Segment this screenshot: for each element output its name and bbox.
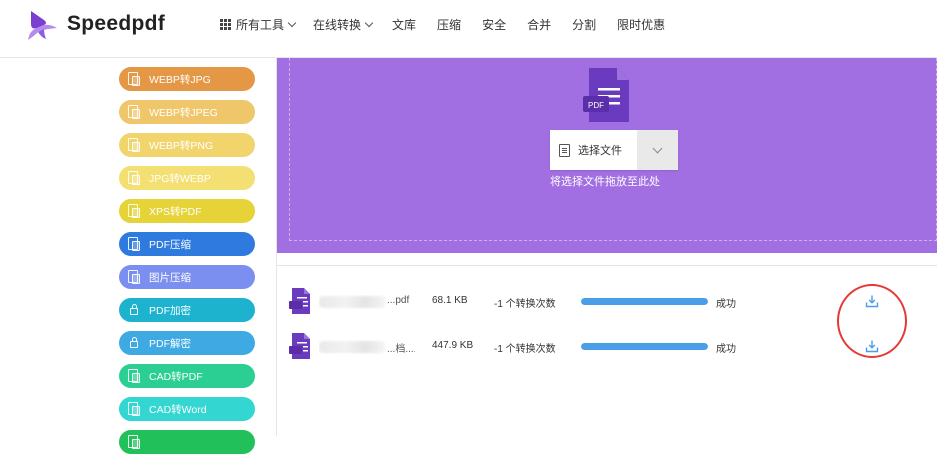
convert-file-icon	[127, 72, 141, 86]
sidebar-tool-item[interactable]: WEBP转JPG	[119, 67, 255, 91]
nav-online-convert[interactable]: 在线转换	[313, 16, 374, 33]
sidebar-tool-label: CAD转Word	[149, 403, 207, 416]
nav-library[interactable]: 文库	[392, 16, 416, 33]
sidebar-tool-label: JPG转WEBP	[149, 172, 211, 185]
conversion-count: -1 个转换次数	[494, 344, 556, 355]
convert-file-icon	[127, 270, 141, 284]
convert-file-icon	[127, 369, 141, 383]
convert-file-icon	[127, 402, 141, 416]
grid-icon	[220, 19, 231, 30]
file-size: 68.1 KB	[432, 295, 468, 306]
sidebar-tool-label: PDF压缩	[149, 238, 191, 251]
sidebar-tool-item[interactable]: 图片压缩	[119, 265, 255, 289]
sidebar-tool-label: PDF解密	[149, 337, 191, 350]
chevron-down-icon	[364, 18, 374, 27]
select-file-main[interactable]: 选择文件	[550, 130, 637, 170]
nav-all-tools[interactable]: 所有工具	[220, 16, 297, 33]
status-text: 成功	[716, 299, 736, 310]
sidebar-tool-label: PDF加密	[149, 304, 191, 317]
progress-bar	[581, 343, 708, 350]
lock-icon	[127, 336, 141, 350]
sidebar-tool-item[interactable]	[119, 430, 255, 454]
sidebar-tool-item[interactable]: XPS转PDF	[119, 199, 255, 223]
sidebar-tool-item[interactable]: CAD转PDF	[119, 364, 255, 388]
sidebar-tool-label: XPS转PDF	[149, 205, 202, 218]
sidebar-tool-label: WEBP转JPG	[149, 73, 211, 86]
conversion-count: -1 个转换次数	[494, 299, 556, 310]
main-nav: 所有工具 在线转换 文库 压缩 安全 合并 分割 限时优惠	[220, 16, 665, 33]
status-text: 成功	[716, 344, 736, 355]
file-name-text: ...档....	[387, 344, 415, 354]
nav-split[interactable]: 分割	[572, 16, 596, 33]
file-row: ...pdf 68.1 KB -1 个转换次数 成功	[289, 288, 889, 314]
select-file-label: 选择文件	[578, 145, 622, 157]
progress-bar	[581, 298, 708, 305]
nav-online-convert-label: 在线转换	[313, 18, 362, 32]
sidebar-tool-label: WEBP转PNG	[149, 139, 214, 152]
file-row: ...档.... 447.9 KB -1 个转换次数 成功	[289, 333, 889, 359]
file-size: 447.9 KB	[432, 340, 474, 351]
sidebar-tool-item[interactable]: PDF加密	[119, 298, 255, 322]
brand-name[interactable]: Speedpdf	[67, 12, 165, 36]
pdf-file-icon	[289, 288, 310, 314]
convert-file-icon	[127, 204, 141, 218]
drop-hint-text: 将选择文件拖放至此处	[550, 176, 660, 188]
download-icon[interactable]	[865, 294, 879, 308]
download-icon[interactable]	[865, 339, 879, 353]
speedpdf-logo-icon[interactable]	[22, 8, 58, 42]
sidebar-tool-item[interactable]: JPG转WEBP	[119, 166, 255, 190]
convert-file-icon	[127, 435, 141, 449]
select-file-button[interactable]: 选择文件	[550, 130, 678, 170]
sidebar-tool-label: CAD转PDF	[149, 370, 203, 383]
convert-file-icon	[127, 171, 141, 185]
convert-file-icon	[127, 138, 141, 152]
nav-merge[interactable]: 合并	[527, 16, 551, 33]
pdf-icon-label: PDF	[588, 101, 604, 110]
sidebar-tool-item[interactable]: CAD转Word	[119, 397, 255, 421]
sidebar-tool-item[interactable]: PDF解密	[119, 331, 255, 355]
file-name: ...pdf	[319, 295, 415, 309]
chevron-down-icon	[287, 18, 297, 27]
progress-fill	[581, 343, 708, 350]
chevron-down-icon	[652, 143, 663, 154]
nav-compress[interactable]: 压缩	[437, 16, 461, 33]
sidebar-tool-item[interactable]: WEBP转PNG	[119, 133, 255, 157]
file-list-divider	[277, 265, 937, 266]
convert-file-icon	[127, 105, 141, 119]
nav-security[interactable]: 安全	[482, 16, 506, 33]
top-header: Speedpdf 所有工具 在线转换 文库 压缩 安全 合并 分割 限时优惠	[0, 0, 937, 50]
select-source-dropdown[interactable]	[637, 130, 678, 170]
sidebar-tool-item[interactable]: WEBP转JPEG	[119, 100, 255, 124]
pdf-file-icon	[289, 333, 310, 359]
sidebar-tool-label: WEBP转JPEG	[149, 106, 218, 119]
pdf-file-icon: PDF	[583, 68, 629, 122]
file-icon	[559, 143, 570, 157]
file-name-text: ...pdf	[387, 295, 410, 306]
nav-all-tools-label: 所有工具	[236, 18, 285, 32]
progress-fill	[581, 298, 708, 305]
sidebar-tool-label: 图片压缩	[149, 271, 191, 284]
sidebar-tool-item[interactable]: PDF压缩	[119, 232, 255, 256]
nav-limited-offer[interactable]: 限时优惠	[617, 16, 665, 33]
convert-file-icon	[127, 237, 141, 251]
lock-icon	[127, 303, 141, 317]
file-name: ...档....	[319, 340, 415, 354]
